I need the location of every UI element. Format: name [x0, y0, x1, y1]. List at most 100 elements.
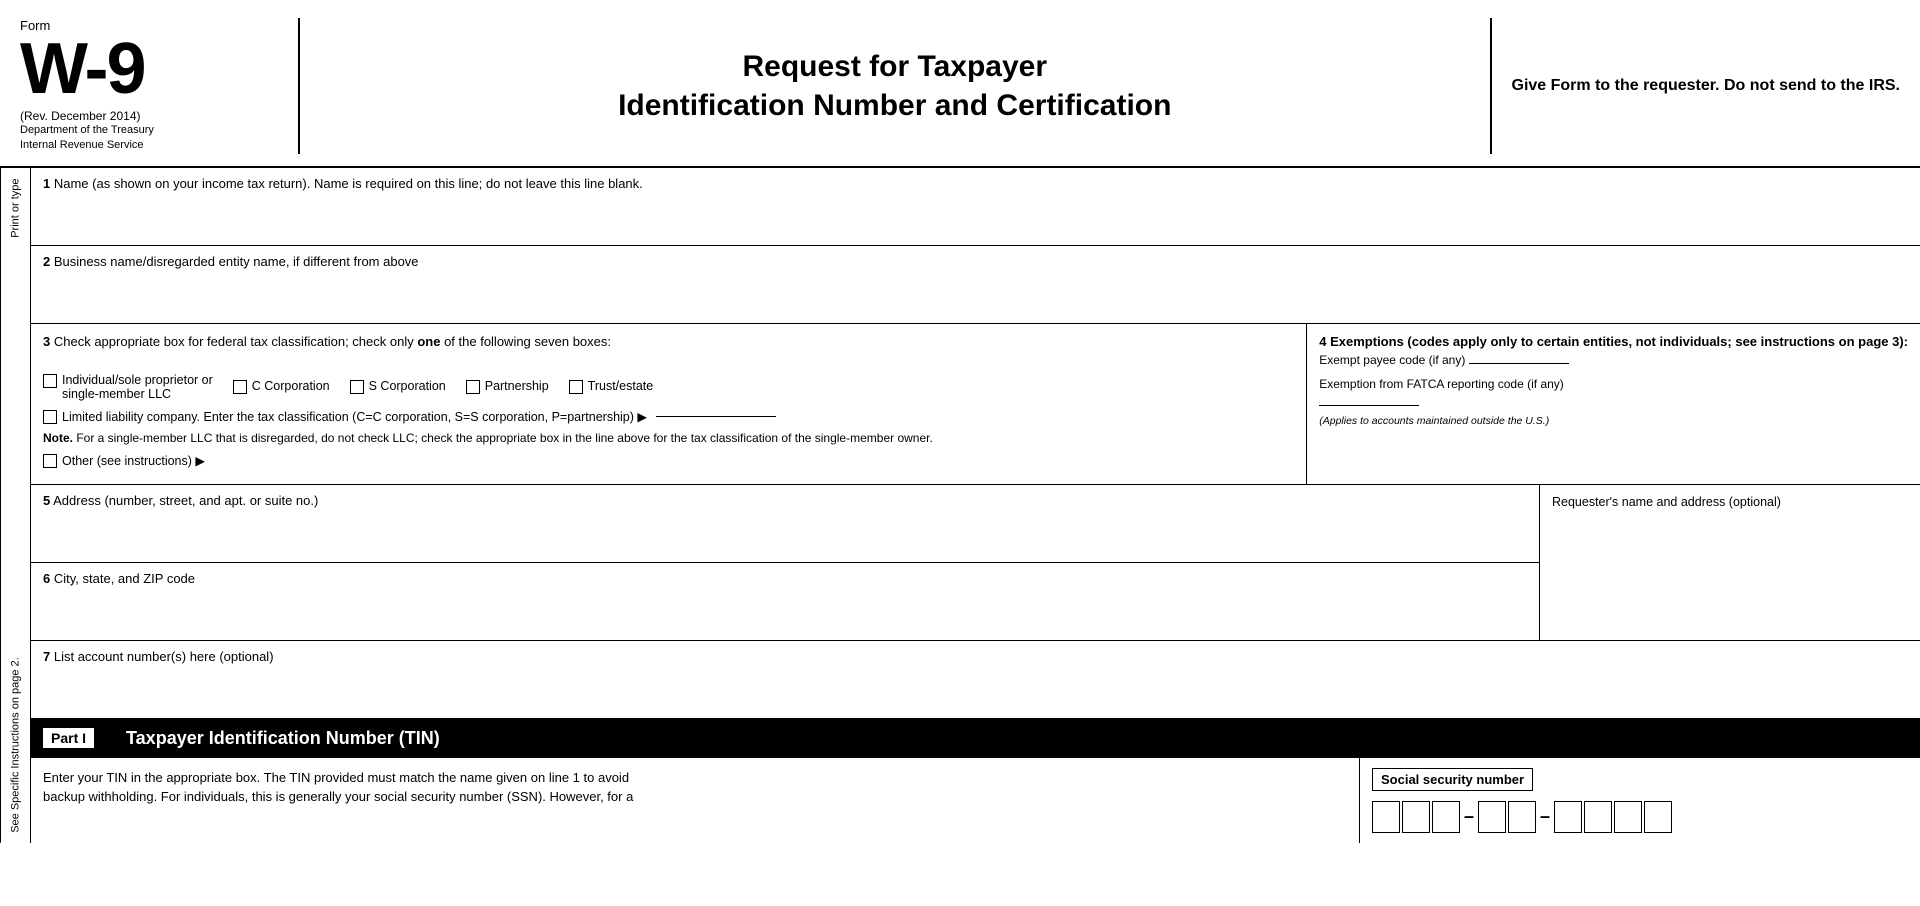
form-container: Form W-9 (Rev. December 2014) Department…: [0, 0, 1920, 843]
header-right: Give Form to the requester. Do not send …: [1492, 18, 1901, 154]
other-row: Other (see instructions) ▶: [43, 453, 1294, 468]
line5: 5 Address (number, street, and apt. or s…: [31, 485, 1539, 563]
checkbox-partnership: Partnership: [466, 379, 549, 394]
ssn-cell-7[interactable]: [1584, 801, 1612, 833]
part1-description: Enter your TIN in the appropriate box. T…: [31, 758, 1360, 843]
ssn-segment-2: [1478, 801, 1536, 833]
exempt-payee-text: Exempt payee code (if any): [1319, 353, 1465, 367]
checkbox-scorp-label: S Corporation: [369, 379, 446, 393]
line3-header: 3 Check appropriate box for federal tax …: [43, 334, 1294, 349]
checkbox-trust-label: Trust/estate: [588, 379, 654, 393]
ssn-box-label: Social security number: [1372, 768, 1533, 791]
ssn-cell-8[interactable]: [1614, 801, 1642, 833]
title-line2: Identification Number and Certification: [618, 86, 1171, 125]
checkbox-individual-box[interactable]: [43, 374, 57, 388]
line7-number: 7: [43, 649, 50, 664]
header-instruction: Give Form to the requester. Do not send …: [1512, 75, 1901, 97]
line6-description: City, state, and ZIP code: [54, 571, 195, 586]
part1-title: Taxpayer Identification Number (TIN): [126, 728, 440, 749]
line7: 7 List account number(s) here (optional): [31, 641, 1920, 720]
ssn-dash-1: –: [1464, 806, 1474, 827]
line3-desc-end: of the following seven boxes:: [440, 334, 611, 349]
line5-6-container: 5 Address (number, street, and apt. or s…: [31, 485, 1920, 641]
checkbox-partnership-box[interactable]: [466, 380, 480, 394]
ssn-cell-2[interactable]: [1402, 801, 1430, 833]
fatca-line-row: [1319, 395, 1908, 409]
sidebar-text2: See Specific Instructions on page 2.: [10, 657, 22, 833]
line1-label: 1 Name (as shown on your income tax retu…: [43, 176, 1908, 191]
header-center: Request for Taxpayer Identification Numb…: [300, 18, 1492, 154]
line3-left: 3 Check appropriate box for federal tax …: [31, 324, 1307, 484]
part1-badge-text: Part I: [51, 730, 86, 746]
other-text: Other (see instructions) ▶: [62, 453, 205, 468]
part1-desc-line1: Enter your TIN in the appropriate box. T…: [43, 768, 1347, 788]
ssn-inputs: – –: [1372, 801, 1908, 833]
ssn-cell-9[interactable]: [1644, 801, 1672, 833]
exempt-payee-line[interactable]: [1469, 363, 1569, 364]
line5-label: 5 Address (number, street, and apt. or s…: [43, 493, 1527, 508]
form-number: W-9: [20, 33, 278, 105]
ssn-cell-4[interactable]: [1478, 801, 1506, 833]
part1-right: Social security number – –: [1360, 758, 1920, 843]
checkbox-other-box[interactable]: [43, 454, 57, 468]
ssn-cell-3[interactable]: [1432, 801, 1460, 833]
checkbox-scorp: S Corporation: [350, 379, 446, 394]
title-line1: Request for Taxpayer: [618, 47, 1171, 86]
sidebar-text1: Print or type: [10, 178, 22, 237]
requester-panel: Requester's name and address (optional): [1540, 485, 1920, 640]
checkbox-llc-box[interactable]: [43, 410, 57, 424]
checkbox-ccorp-label: C Corporation: [252, 379, 330, 393]
form-header: Form W-9 (Rev. December 2014) Department…: [0, 0, 1920, 168]
line5-number: 5: [43, 493, 50, 508]
fatca-line[interactable]: [1319, 405, 1419, 406]
checkbox-trust-box[interactable]: [569, 380, 583, 394]
ssn-cell-6[interactable]: [1554, 801, 1582, 833]
part1-header: Part I Taxpayer Identification Number (T…: [31, 720, 1920, 758]
fatca-text: Exemption from FATCA reporting code (if …: [1319, 377, 1564, 391]
line1: 1 Name (as shown on your income tax retu…: [31, 168, 1920, 246]
line5-6-left: 5 Address (number, street, and apt. or s…: [31, 485, 1540, 640]
line3-number: 3: [43, 334, 50, 349]
line3-container: 3 Check appropriate box for federal tax …: [31, 324, 1920, 485]
exemptions-title-text: Exemptions (codes apply only to certain …: [1330, 334, 1908, 349]
dept-line2: Internal Revenue Service: [20, 138, 278, 153]
checkbox-individual: Individual/sole proprietor orsingle-memb…: [43, 373, 213, 401]
ssn-segment-3: [1554, 801, 1672, 833]
form-main: 1 Name (as shown on your income tax retu…: [30, 168, 1920, 843]
dept-line1: Department of the Treasury: [20, 123, 278, 138]
form-rev: (Rev. December 2014): [20, 109, 278, 123]
line2-description: Business name/disregarded entity name, i…: [54, 254, 419, 269]
note-content: For a single-member LLC that is disregar…: [76, 431, 932, 445]
line3-desc-start: Check appropriate box for federal tax cl…: [54, 334, 417, 349]
line1-description: Name (as shown on your income tax return…: [54, 176, 643, 191]
part1-badge: Part I: [43, 728, 94, 748]
checkbox-ccorp: C Corporation: [233, 379, 330, 394]
line6: 6 City, state, and ZIP code: [31, 563, 1539, 640]
requester-label: Requester's name and address (optional): [1552, 495, 1781, 509]
line7-description: List account number(s) here (optional): [54, 649, 274, 664]
checkbox-scorp-box[interactable]: [350, 380, 364, 394]
line5-description: Address (number, street, and apt. or sui…: [53, 493, 318, 508]
checkbox-ccorp-box[interactable]: [233, 380, 247, 394]
line2-label: 2 Business name/disregarded entity name,…: [43, 254, 1908, 269]
sidebar: See Specific Instructions on page 2. Pri…: [0, 168, 30, 843]
applies-note: (Applies to accounts maintained outside …: [1319, 415, 1908, 427]
llc-text: Limited liability company. Enter the tax…: [62, 409, 647, 424]
line1-number: 1: [43, 176, 50, 191]
ssn-cell-1[interactable]: [1372, 801, 1400, 833]
checkboxes-row: Individual/sole proprietor orsingle-memb…: [43, 373, 1294, 401]
ssn-segment-1: [1372, 801, 1460, 833]
header-title: Request for Taxpayer Identification Numb…: [618, 47, 1171, 125]
line6-label: 6 City, state, and ZIP code: [43, 571, 1527, 586]
checkbox-individual-label: Individual/sole proprietor orsingle-memb…: [62, 373, 213, 401]
form-body: See Specific Instructions on page 2. Pri…: [0, 168, 1920, 843]
checkbox-trust: Trust/estate: [569, 379, 654, 394]
ssn-dash-2: –: [1540, 806, 1550, 827]
form-dept: Department of the Treasury Internal Reve…: [20, 123, 278, 154]
ssn-cell-5[interactable]: [1508, 801, 1536, 833]
llc-line[interactable]: [656, 416, 776, 417]
line3-bold: one: [417, 334, 440, 349]
line6-number: 6: [43, 571, 50, 586]
line7-label: 7 List account number(s) here (optional): [43, 649, 1908, 664]
line2: 2 Business name/disregarded entity name,…: [31, 246, 1920, 324]
